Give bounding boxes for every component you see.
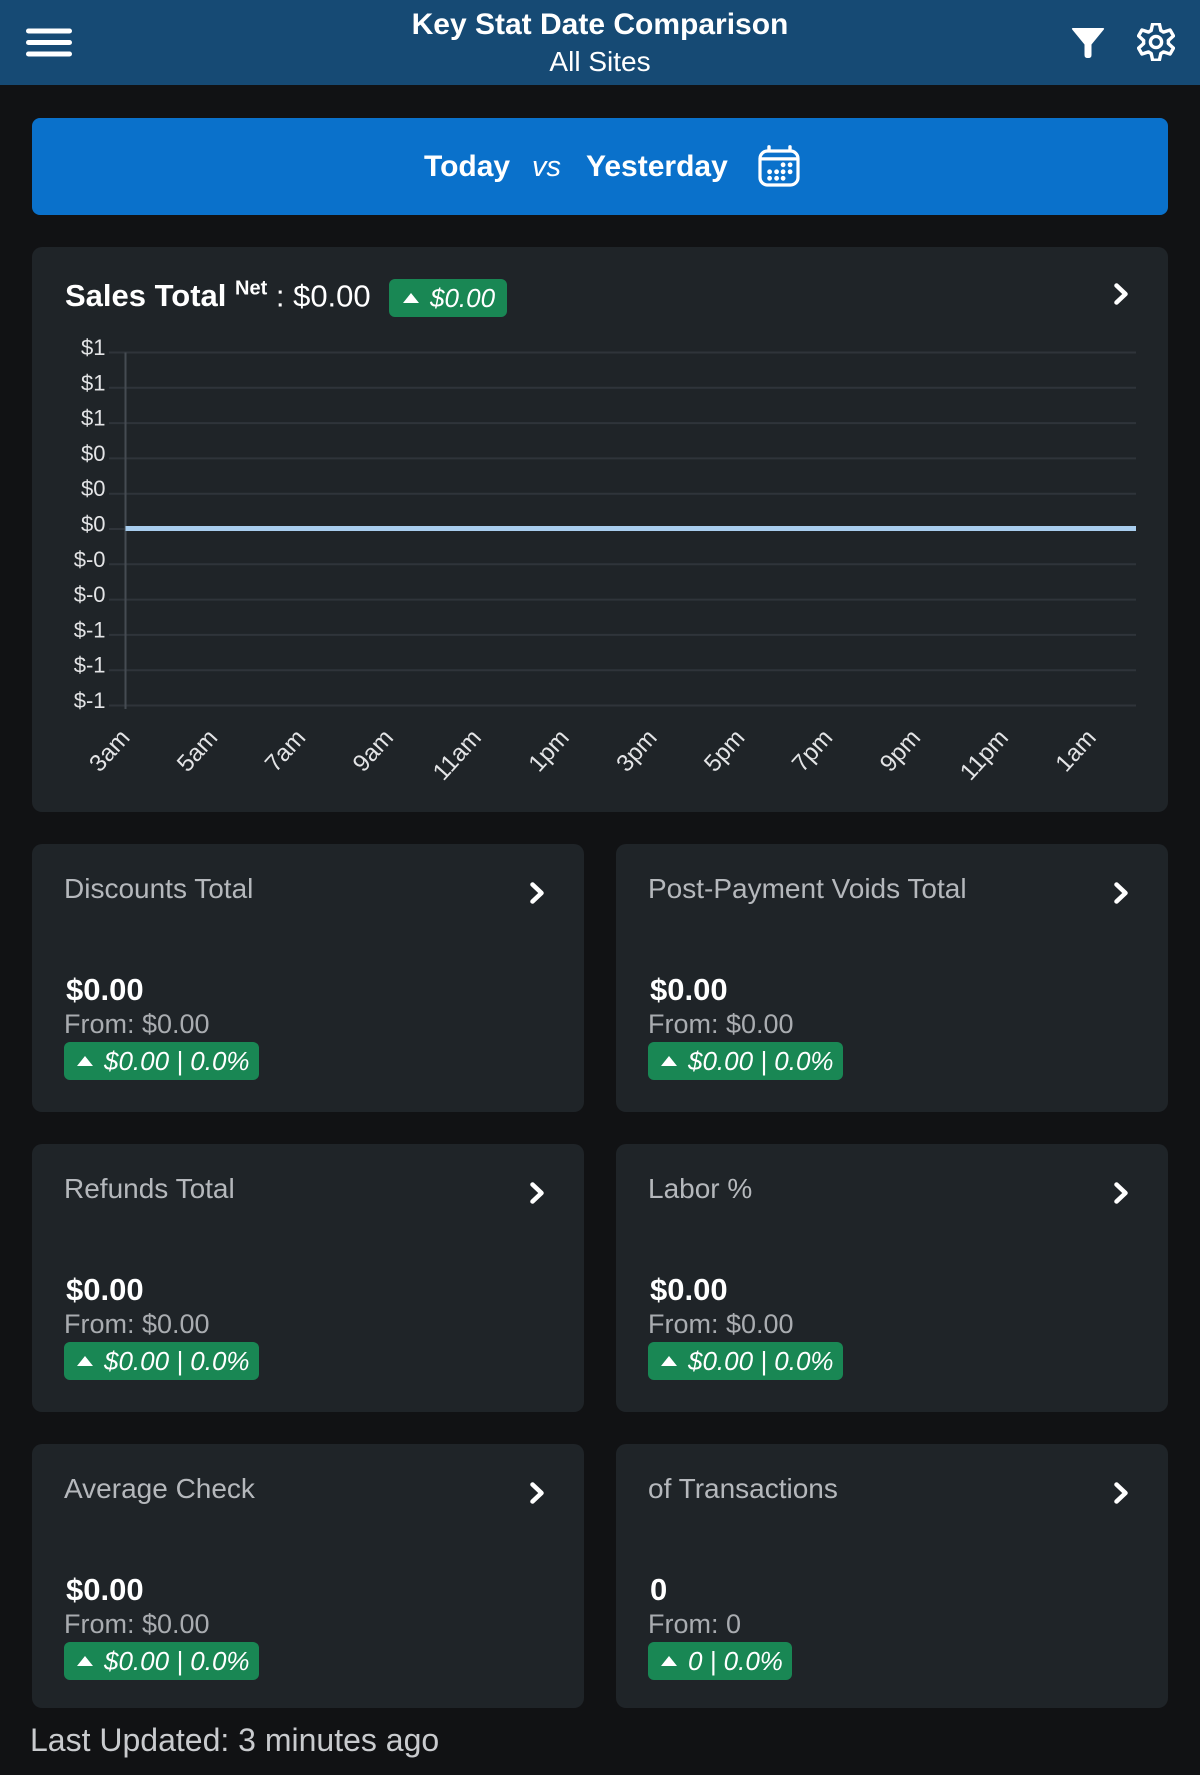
svg-text:9am: 9am bbox=[348, 724, 399, 777]
svg-text:11pm: 11pm bbox=[955, 724, 1014, 785]
svg-text:$0: $0 bbox=[81, 512, 105, 537]
svg-text:$-0: $-0 bbox=[74, 582, 106, 607]
svg-text:$0: $0 bbox=[81, 476, 105, 501]
svg-text:$-1: $-1 bbox=[74, 688, 106, 713]
svg-text:3am: 3am bbox=[84, 724, 135, 777]
svg-text:9pm: 9pm bbox=[875, 724, 926, 777]
svg-text:$-0: $-0 bbox=[74, 547, 106, 572]
svg-text:11am: 11am bbox=[428, 724, 487, 785]
svg-text:$0: $0 bbox=[81, 441, 105, 466]
svg-text:1am: 1am bbox=[1050, 724, 1101, 777]
svg-text:5am: 5am bbox=[172, 724, 223, 777]
svg-text:$-1: $-1 bbox=[74, 653, 106, 678]
svg-text:7am: 7am bbox=[260, 724, 311, 777]
svg-text:5pm: 5pm bbox=[699, 724, 750, 777]
svg-text:$1: $1 bbox=[81, 406, 105, 431]
svg-text:$-1: $-1 bbox=[74, 617, 106, 642]
svg-text:$1: $1 bbox=[81, 335, 105, 360]
svg-text:3pm: 3pm bbox=[611, 724, 662, 777]
svg-text:$1: $1 bbox=[81, 370, 105, 395]
svg-text:1pm: 1pm bbox=[523, 724, 574, 777]
svg-text:7pm: 7pm bbox=[787, 724, 838, 777]
